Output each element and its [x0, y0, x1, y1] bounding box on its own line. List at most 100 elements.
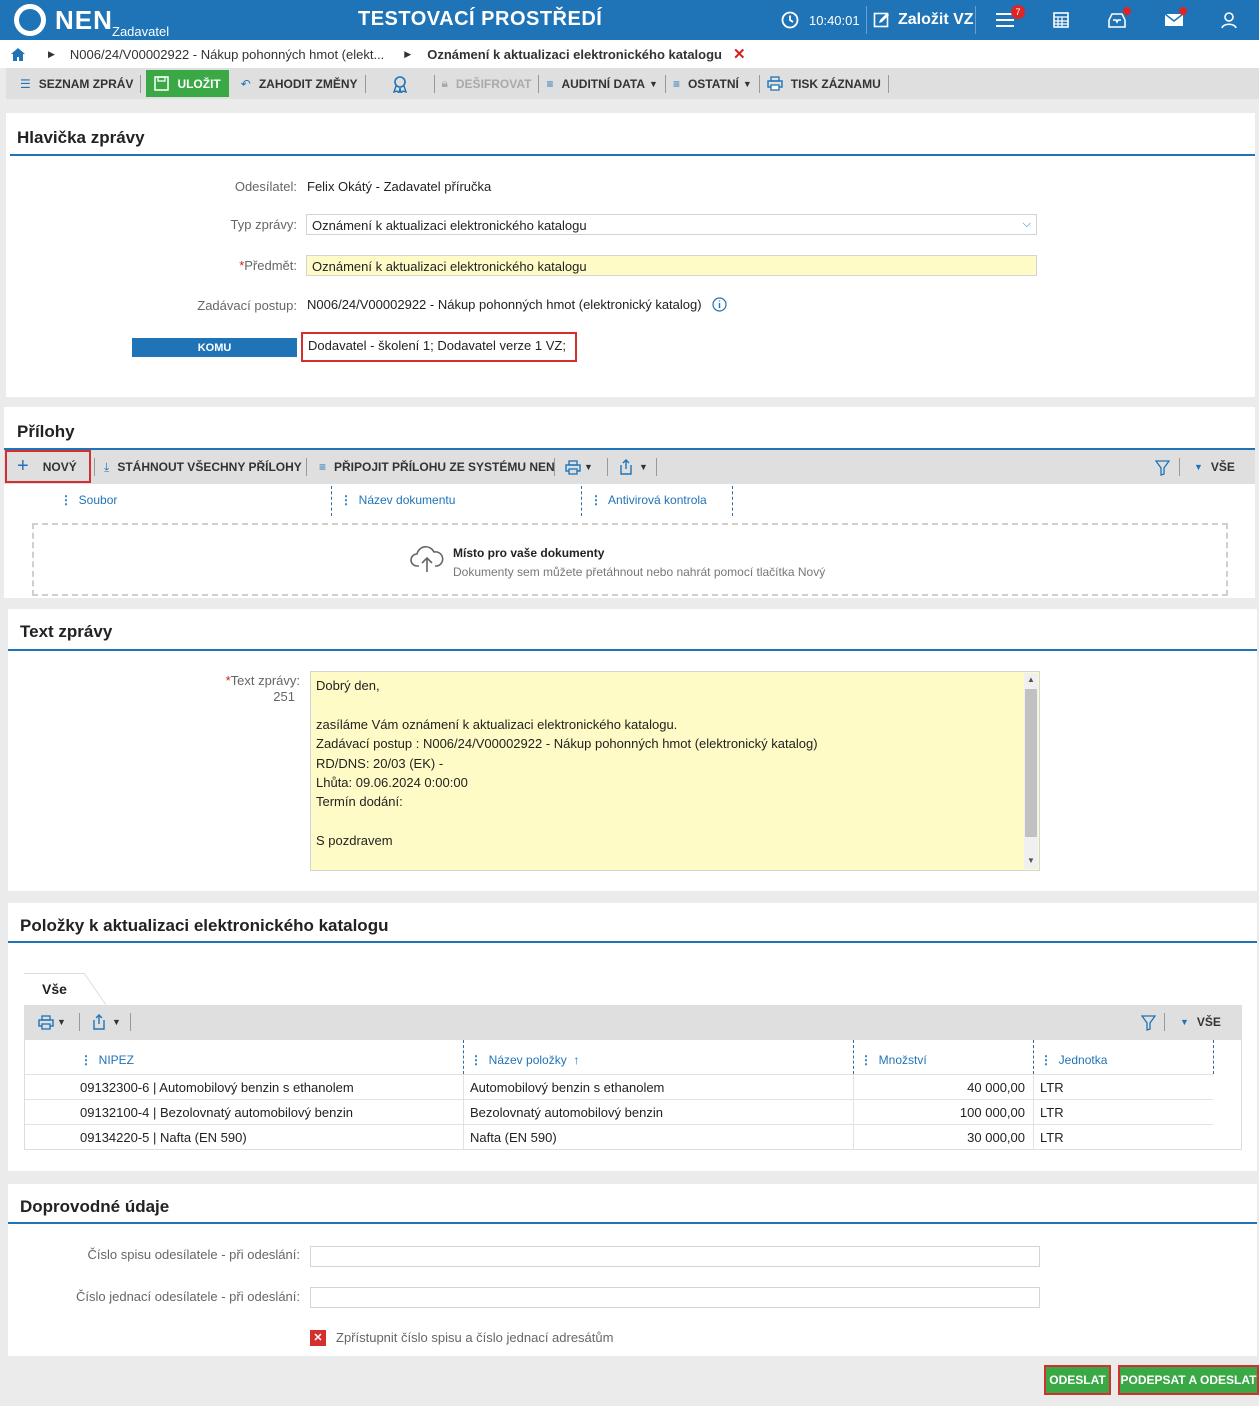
time-text: 10:40:01: [809, 12, 860, 28]
logo[interactable]: NEN: [14, 4, 113, 36]
plus-icon: +: [17, 455, 29, 477]
attach-from-system-button[interactable]: ≡ PŘIPOJIT PŘÍLOHU ZE SYSTÉMU NEN: [319, 450, 555, 484]
breadcrumb-arrow-icon: ▶: [48, 48, 55, 59]
column-header-antivirus[interactable]: ⋮ Antivirová kontrola: [590, 493, 707, 507]
other-dropdown[interactable]: ≡ OSTATNÍ ▼: [666, 68, 759, 99]
sender-value: Felix Okátý - Zadavatel příručka: [307, 179, 492, 194]
scroll-thumb[interactable]: [1025, 689, 1037, 837]
inbox-button[interactable]: [1107, 0, 1131, 40]
breadcrumb-item-procedure[interactable]: N006/24/V00002922 - Nákup pohonných hmot…: [70, 47, 384, 62]
close-tab-icon[interactable]: ✕: [733, 45, 746, 63]
export-dropdown[interactable]: ▼: [618, 450, 648, 484]
caret-down-icon: ▼: [639, 462, 648, 472]
new-attachment-button[interactable]: + NOVÝ: [5, 450, 91, 483]
download-all-label: STÁHNOUT VŠECHNY PŘÍLOHY: [117, 460, 302, 474]
filter-icon[interactable]: [1155, 460, 1170, 476]
calculator-button[interactable]: [1052, 0, 1070, 40]
messages-button[interactable]: [1164, 0, 1187, 40]
message-line: S pozdravem: [316, 833, 393, 849]
save-button[interactable]: ULOŽIT: [146, 70, 229, 97]
download-all-button[interactable]: ⤓ STÁHNOUT VŠECHNY PŘÍLOHY: [104, 450, 302, 484]
column-header-item-name[interactable]: ⋮ Název položky ↑: [470, 1053, 579, 1067]
procedure-label: Zadávací postup:: [197, 298, 297, 313]
cell-nipez: 09134220-5 | Nafta (EN 590): [80, 1130, 247, 1145]
drop-zone[interactable]: Místo pro vaše dokumenty Dokumenty sem m…: [32, 523, 1228, 596]
items-export-dropdown[interactable]: ▼: [91, 1005, 121, 1039]
user-button[interactable]: [1220, 0, 1238, 40]
recipients-button[interactable]: KOMU: [132, 338, 297, 357]
reference-number-input[interactable]: [310, 1287, 1040, 1308]
other-label: OSTATNÍ: [687, 76, 739, 91]
audit-data-dropdown[interactable]: ≡ AUDITNÍ DATA ▼: [539, 68, 664, 99]
scrollbar[interactable]: ▲ ▼: [1024, 673, 1038, 869]
items-title: Položky k aktualizaci elektronického kat…: [20, 916, 389, 935]
home-icon[interactable]: [11, 47, 25, 61]
column-header-quantity[interactable]: ⋮ Množství: [860, 1053, 927, 1067]
caret-down-icon: ▼: [742, 78, 752, 89]
view-all-dropdown[interactable]: ▼ VŠE: [1194, 450, 1235, 484]
cell-unit: LTR: [1040, 1080, 1064, 1095]
mail-dot: [1179, 7, 1187, 15]
discard-changes-button[interactable]: ↶ ZAHODIT ZMĚNY: [234, 68, 365, 99]
procedure-value[interactable]: N006/24/V00002922 - Nákup pohonných hmot…: [307, 297, 702, 312]
cell-nipez: 09132300-6 | Automobilový benzin s ethan…: [80, 1080, 354, 1095]
table-row[interactable]: 09132300-6 | Automobilový benzin s ethan…: [25, 1074, 1213, 1100]
column-header-file[interactable]: ⋮ Soubor: [60, 493, 117, 507]
create-tender-button[interactable]: Založit VZ: [873, 0, 974, 40]
decrypt-button[interactable]: 🔒︎ DEŠIFROVAT: [435, 68, 539, 99]
scroll-down-icon[interactable]: ▼: [1027, 856, 1035, 865]
drop-zone-title: Místo pro vaše dokumenty: [453, 546, 605, 560]
print-record-button[interactable]: TISK ZÁZNAMU: [760, 68, 888, 99]
audit-icon: ≡: [546, 76, 554, 91]
disclose-checkbox[interactable]: ✕: [310, 1330, 326, 1346]
file-number-input[interactable]: [310, 1246, 1040, 1267]
tab-all[interactable]: Vše: [24, 973, 84, 1005]
items-view-all-label: VŠE: [1196, 1015, 1221, 1029]
items-view-all-dropdown[interactable]: ▼ VŠE: [1180, 1005, 1221, 1039]
user-icon: [1221, 12, 1237, 29]
certificate-button[interactable]: [366, 68, 434, 99]
filter-icon[interactable]: [1141, 1015, 1156, 1031]
items-print-dropdown[interactable]: ▼: [38, 1005, 66, 1039]
table-row[interactable]: 09132100-4 | Bezolovnatý automobilový be…: [25, 1099, 1213, 1125]
accompanying-data-panel: Doprovodné údaje Číslo spisu odesílatele…: [8, 1184, 1257, 1356]
printer-icon: [38, 1014, 54, 1030]
attachments-title: Přílohy: [17, 422, 75, 441]
caret-down-icon: ▼: [649, 78, 658, 89]
message-text-panel: Text zprávy *Text zprávy: 251 Dobrý den,…: [8, 609, 1257, 891]
file-number-label: Číslo spisu odesílatele - při odeslání:: [87, 1247, 300, 1262]
breadcrumb-item-current[interactable]: Oznámení k aktualizaci elektronického ka…: [427, 47, 722, 62]
caret-down-icon: ▼: [584, 462, 593, 472]
create-tender-label: Založit VZ: [898, 11, 974, 28]
message-textarea[interactable]: Dobrý den, zasíláme Vám oznámení k aktual…: [310, 671, 1040, 871]
table-row[interactable]: 09134220-5 | Nafta (EN 590) Nafta (EN 590…: [25, 1124, 1213, 1150]
sign-and-send-button[interactable]: PODEPSAT A ODESLAT: [1118, 1365, 1259, 1395]
column-header-unit[interactable]: ⋮ Jednotka: [1040, 1053, 1107, 1067]
calculator-icon: [1053, 12, 1069, 28]
subject-label: *Předmět:: [239, 258, 297, 273]
attach-icon: ≡: [319, 460, 327, 474]
toolbar: ☰ SEZNAM ZPRÁV ULOŽIT ↶ ZAHODIT ZMĚNY 🔒︎ DE…: [6, 68, 1259, 99]
info-icon[interactable]: [712, 297, 727, 312]
message-type-value: Oznámení k aktualizaci elektronického ka…: [312, 218, 587, 233]
message-list-button[interactable]: ☰ SEZNAM ZPRÁV: [6, 68, 140, 99]
cell-item-name: Nafta (EN 590): [470, 1130, 557, 1145]
column-header-document-name[interactable]: ⋮ Název dokumentu: [340, 493, 455, 507]
scroll-up-icon[interactable]: ▲: [1027, 675, 1035, 684]
subject-input[interactable]: Oznámení k aktualizaci elektronického ka…: [306, 255, 1037, 276]
tab-corner: [84, 973, 106, 1005]
recipients-value[interactable]: Dodavatel - školení 1; Dodavatel verze 1…: [301, 332, 577, 362]
certificate-icon: [392, 75, 407, 93]
tasks-menu-button[interactable]: 7: [995, 0, 1025, 40]
attachments-panel: Přílohy + NOVÝ ⤓ STÁHNOUT VŠECHNY PŘÍLOHY…: [4, 407, 1255, 598]
inbox-dot: [1123, 7, 1131, 15]
edit-icon: [873, 12, 889, 28]
character-count: 251: [273, 689, 295, 704]
send-button[interactable]: ODESLAT: [1044, 1365, 1111, 1395]
print-dropdown[interactable]: ▼: [565, 450, 593, 484]
message-type-select[interactable]: Oznámení k aktualizaci elektronického ka…: [306, 214, 1037, 235]
items-panel: Položky k aktualizaci elektronického kat…: [8, 903, 1257, 1171]
list-icon: ☰: [20, 76, 31, 91]
column-header-nipez[interactable]: ⋮ NIPEZ: [80, 1053, 134, 1067]
message-line: RD/DNS: 20/03 (EK) -: [316, 755, 444, 771]
